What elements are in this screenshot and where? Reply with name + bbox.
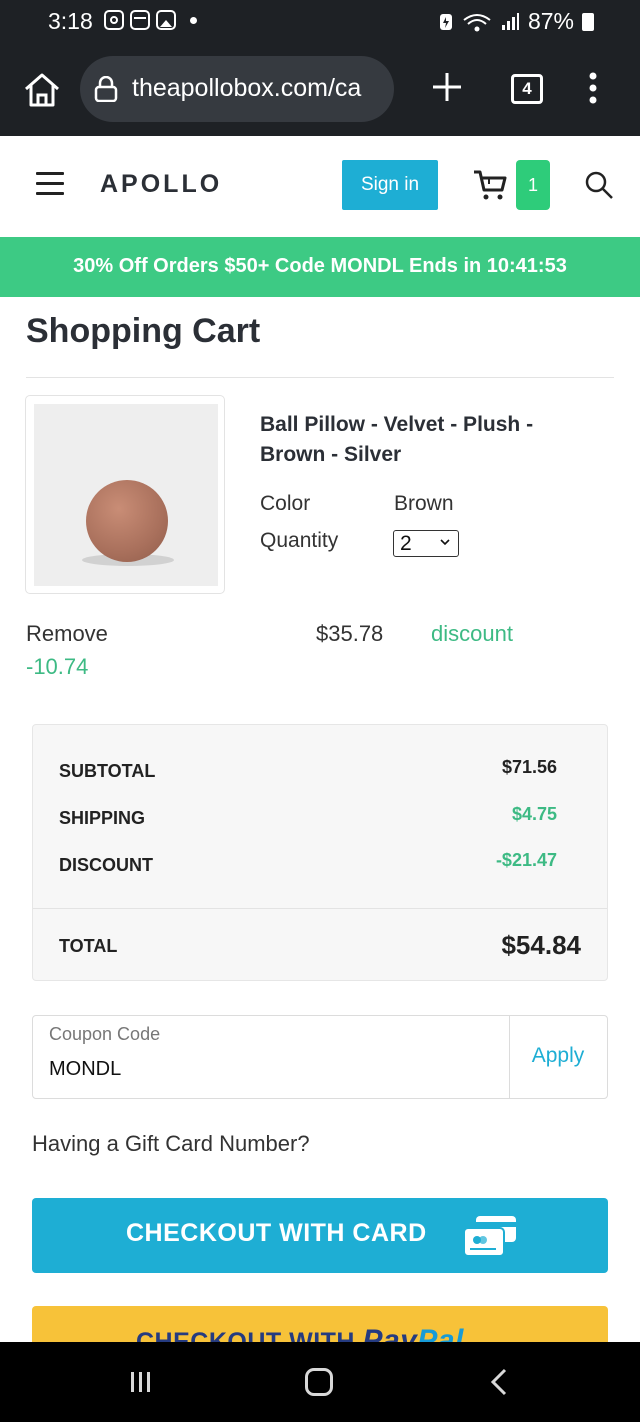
recent-apps-button[interactable] <box>128 1370 154 1394</box>
title-divider <box>26 377 614 378</box>
browser-chrome: 3:18 87% theapollobox.com/ca 4 <box>0 0 640 136</box>
back-button[interactable] <box>488 1368 510 1396</box>
cart-count-badge[interactable]: 1 <box>516 160 550 210</box>
total-label: TOTAL <box>59 936 118 956</box>
more-notifications-dot <box>190 16 197 24</box>
hamburger-menu-button[interactable] <box>36 172 64 198</box>
item-discount-label: discount <box>431 621 513 646</box>
browser-home-button[interactable] <box>22 72 62 108</box>
product-thumbnail[interactable] <box>25 395 225 594</box>
home-button[interactable] <box>305 1368 333 1396</box>
new-tab-button[interactable] <box>430 70 464 104</box>
battery-saver-icon <box>439 13 452 30</box>
discount-label: DISCOUNT <box>59 855 153 875</box>
quantity-select[interactable]: 2 <box>393 530 459 557</box>
subtotal-value: $71.56 <box>501 757 557 777</box>
coupon-code-label: Coupon Code <box>49 1024 161 1044</box>
checkout-card-label: CHECKOUT WITH CARD <box>126 1219 427 1247</box>
site-logo[interactable]: APOLLO <box>100 170 222 199</box>
ball-pillow-image <box>86 480 168 562</box>
url-text: theapollobox.com/ca <box>132 74 362 102</box>
item-price: $35.78 <box>316 621 384 646</box>
total-value: $54.84 <box>501 930 581 960</box>
battery-icon <box>582 12 594 31</box>
gallery-icon <box>156 10 176 30</box>
wifi-icon <box>463 13 491 31</box>
summary-divider <box>33 908 607 909</box>
chevron-down-icon <box>440 539 450 546</box>
apply-coupon-button[interactable]: Apply <box>509 1016 607 1098</box>
promo-banner: 30% Off Orders $50+ Code MONDL Ends in 1… <box>0 237 640 297</box>
remove-item-link[interactable]: Remove <box>26 621 108 647</box>
calendar-icon <box>130 10 150 30</box>
quantity-value: 2 <box>400 532 412 555</box>
status-notification-icons <box>104 10 197 30</box>
coupon-code-input[interactable]: MONDL <box>49 1058 121 1081</box>
battery-percent: 87% <box>527 8 574 34</box>
cart-icon[interactable] <box>472 168 508 202</box>
system-navigation-bar <box>0 1342 640 1422</box>
lock-icon <box>94 76 118 102</box>
color-label: Color <box>260 492 311 515</box>
color-value: Brown <box>394 492 454 515</box>
address-bar[interactable]: theapollobox.com/ca <box>80 56 394 122</box>
credit-card-icon <box>463 1216 516 1257</box>
product-image <box>34 404 218 586</box>
discount-value: -$21.47 <box>495 850 557 870</box>
shipping-value: $4.75 <box>511 804 557 824</box>
tab-switcher-button[interactable]: 4 <box>511 74 543 104</box>
status-right-icons: 87% <box>438 8 594 35</box>
browser-menu-button[interactable] <box>584 72 602 104</box>
search-icon[interactable] <box>584 170 614 200</box>
coupon-box: Coupon Code MONDL Apply <box>32 1015 608 1099</box>
sign-in-button[interactable]: Sign in <box>342 160 438 210</box>
status-time: 3:18 <box>48 8 93 34</box>
order-summary: SUBTOTAL $71.56 SHIPPING $4.75 DISCOUNT … <box>32 724 608 981</box>
item-discount-amount: -10.74 <box>26 654 89 679</box>
page-title: Shopping Cart <box>26 312 261 350</box>
gift-card-link[interactable]: Having a Gift Card Number? <box>32 1131 310 1157</box>
checkout-with-card-button[interactable]: CHECKOUT WITH CARD <box>32 1198 608 1273</box>
checkout-with-paypal-button[interactable]: CHECKOUT WITH PayPal <box>32 1306 608 1342</box>
signal-icon <box>501 12 519 30</box>
quantity-label: Quantity <box>260 529 339 552</box>
shipping-label: SHIPPING <box>59 808 146 828</box>
paypal-logo: PayPal <box>362 1324 464 1342</box>
paypal-button-label: CHECKOUT WITH PayPal <box>136 1324 464 1342</box>
product-name[interactable]: Ball Pillow - Velvet - Plush - Brown - S… <box>260 410 600 470</box>
subtotal-label: SUBTOTAL <box>59 761 156 781</box>
instagram-icon <box>104 10 124 30</box>
